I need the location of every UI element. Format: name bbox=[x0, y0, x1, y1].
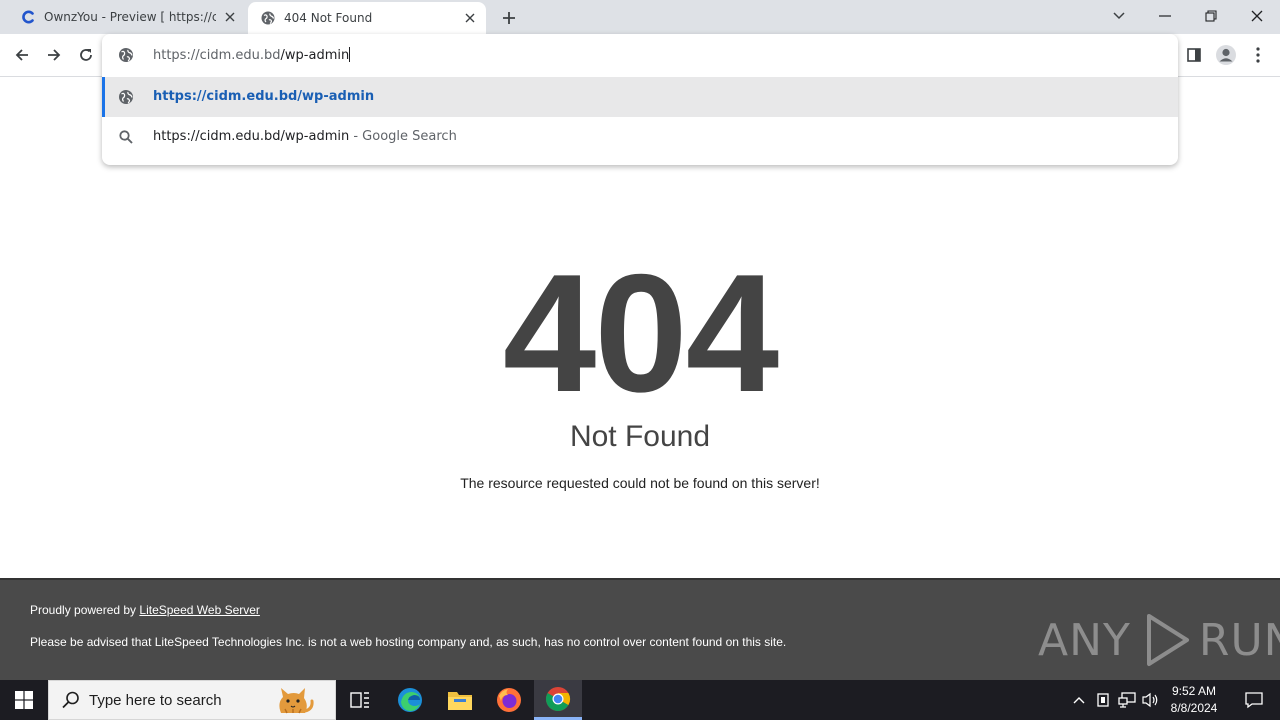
tab-title: OwnzYou - Preview [ https://cid bbox=[44, 10, 216, 24]
back-button[interactable] bbox=[8, 41, 36, 69]
side-panel-button[interactable] bbox=[1180, 41, 1208, 69]
firefox-icon bbox=[497, 688, 521, 712]
search-icon bbox=[119, 130, 133, 144]
start-button[interactable] bbox=[0, 680, 48, 720]
taskbar-file-explorer[interactable] bbox=[436, 680, 484, 720]
notification-center-button[interactable] bbox=[1234, 680, 1274, 720]
tab-strip: OwnzYou - Preview [ https://cid 404 Not … bbox=[0, 0, 1280, 34]
selection-indicator bbox=[102, 77, 105, 117]
globe-icon bbox=[119, 48, 133, 62]
search-icon bbox=[62, 691, 79, 709]
forward-button[interactable] bbox=[40, 41, 68, 69]
url-path: /wp-admin bbox=[280, 48, 350, 63]
screen: OwnzYou - Preview [ https://cid 404 Not … bbox=[0, 0, 1280, 720]
network-icon bbox=[1118, 692, 1136, 708]
close-icon[interactable] bbox=[222, 9, 238, 25]
text-caret bbox=[349, 47, 351, 62]
litespeed-link[interactable]: LiteSpeed Web Server bbox=[139, 603, 260, 617]
task-view-icon bbox=[350, 692, 369, 708]
notification-icon bbox=[1245, 692, 1263, 709]
error-code: 404 bbox=[502, 239, 779, 427]
taskbar-clock[interactable]: 9:52 AM 8/8/2024 bbox=[1160, 683, 1228, 717]
address-bar[interactable]: https://cidm.edu.bd/wp-admin bbox=[102, 34, 1178, 77]
suggestion-suffix: - Google Search bbox=[349, 129, 457, 144]
url-scheme-host: https://cidm.edu.bd bbox=[153, 48, 281, 63]
restore-button[interactable] bbox=[1188, 0, 1234, 32]
powered-by-prefix: Proudly powered by bbox=[30, 603, 140, 617]
tray-security[interactable] bbox=[1092, 680, 1114, 720]
disclaimer-text: Please be advised that LiteSpeed Technol… bbox=[30, 635, 787, 649]
cat-illustration-icon bbox=[279, 688, 314, 714]
play-logo-icon bbox=[1146, 614, 1189, 666]
anyrun-watermark: ANY RUN bbox=[1038, 610, 1280, 670]
suggestion-query: https://cidm.edu.bd/wp-admin bbox=[153, 129, 350, 144]
globe-icon bbox=[260, 10, 276, 26]
c-logo-icon bbox=[20, 9, 36, 25]
taskbar-chrome[interactable] bbox=[534, 680, 582, 720]
tab-title: 404 Not Found bbox=[284, 11, 373, 25]
omnibox-suggestion[interactable]: https://cidm.edu.bd/wp-admin bbox=[102, 77, 1178, 117]
taskbar-edge[interactable] bbox=[386, 680, 434, 720]
speaker-icon bbox=[1142, 692, 1158, 708]
chevron-up-icon bbox=[1073, 697, 1085, 704]
tray-network[interactable] bbox=[1116, 680, 1138, 720]
error-description: The resource requested could not be foun… bbox=[460, 475, 820, 491]
powered-by-text: Proudly powered by LiteSpeed Web Server bbox=[30, 603, 260, 617]
task-view-button[interactable] bbox=[336, 680, 384, 720]
chrome-icon bbox=[545, 686, 571, 711]
menu-kebab-icon[interactable] bbox=[1244, 41, 1272, 69]
minimize-button[interactable] bbox=[1142, 0, 1188, 32]
profile-avatar[interactable] bbox=[1212, 41, 1240, 69]
watermark-left: ANY bbox=[1038, 614, 1131, 666]
suggestion-search: https://cidm.edu.bd/wp-admin - Google Se… bbox=[153, 129, 457, 144]
clock-time: 9:52 AM bbox=[1171, 684, 1217, 698]
reload-button[interactable] bbox=[72, 41, 100, 69]
tab-search-button[interactable] bbox=[1096, 0, 1142, 32]
folder-icon bbox=[448, 692, 472, 710]
shield-icon bbox=[1097, 693, 1109, 707]
server-footer: Proudly powered by LiteSpeed Web Server … bbox=[0, 578, 1280, 680]
new-tab-button[interactable] bbox=[498, 7, 520, 29]
taskbar-search-box[interactable]: Type here to search bbox=[48, 680, 336, 720]
suggestion-url: https://cidm.edu.bd/wp-admin bbox=[153, 89, 375, 104]
clock-date: 8/8/2024 bbox=[1170, 701, 1218, 715]
watermark-right: RUN bbox=[1198, 614, 1280, 666]
omnibox-dropdown: https://cidm.edu.bd/wp-admin https://cid… bbox=[102, 34, 1178, 165]
close-icon[interactable] bbox=[462, 10, 478, 26]
omnibox-suggestion[interactable]: https://cidm.edu.bd/wp-admin - Google Se… bbox=[102, 117, 1178, 157]
windows-taskbar: Type here to search 9:52 AM 8/8/2024 bbox=[0, 680, 1280, 720]
tray-volume[interactable] bbox=[1140, 680, 1162, 720]
tab-ownzyou-preview[interactable]: OwnzYou - Preview [ https://cid bbox=[8, 0, 246, 34]
windows-logo-icon bbox=[15, 691, 33, 709]
taskbar-firefox[interactable] bbox=[485, 680, 533, 720]
error-title: Not Found bbox=[569, 420, 711, 453]
edge-icon bbox=[398, 688, 422, 712]
show-hidden-icons-button[interactable] bbox=[1068, 680, 1090, 720]
tab-404-not-found[interactable]: 404 Not Found bbox=[248, 2, 486, 34]
close-window-button[interactable] bbox=[1234, 0, 1280, 32]
globe-icon bbox=[119, 90, 133, 104]
address-input[interactable]: https://cidm.edu.bd/wp-admin bbox=[153, 47, 351, 63]
search-placeholder: Type here to search bbox=[89, 691, 222, 709]
